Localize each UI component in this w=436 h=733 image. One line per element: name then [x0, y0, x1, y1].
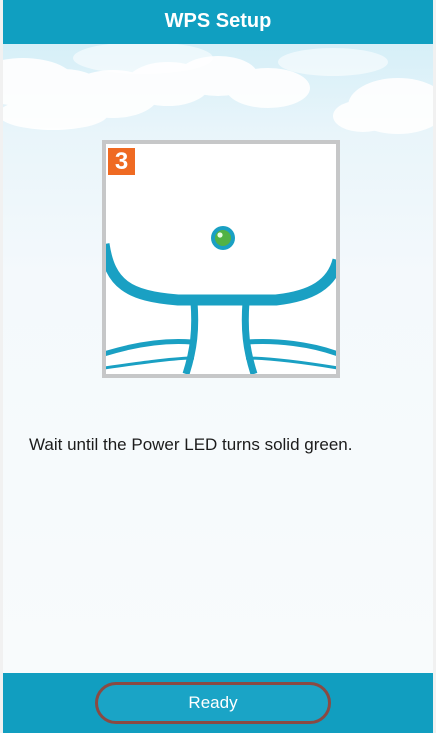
step-number-badge: 3: [108, 148, 135, 175]
content-area: 3 Wait until the Power LED turns solid g…: [3, 44, 433, 673]
page-title: WPS Setup: [164, 10, 272, 32]
green-power-led-icon: [211, 226, 235, 250]
title-bar: WPS Setup: [3, 0, 433, 44]
left-edge: [0, 0, 3, 733]
ready-button[interactable]: Ready: [95, 682, 331, 724]
instruction-text: Wait until the Power LED turns solid gre…: [29, 435, 353, 454]
bottom-bar: Ready: [3, 673, 433, 733]
wps-setup-screen: WPS Setup 3 Wait until the Power LED tur…: [0, 0, 436, 733]
step-illustration: 3: [102, 140, 340, 378]
device-power-led-icon: [106, 144, 336, 374]
